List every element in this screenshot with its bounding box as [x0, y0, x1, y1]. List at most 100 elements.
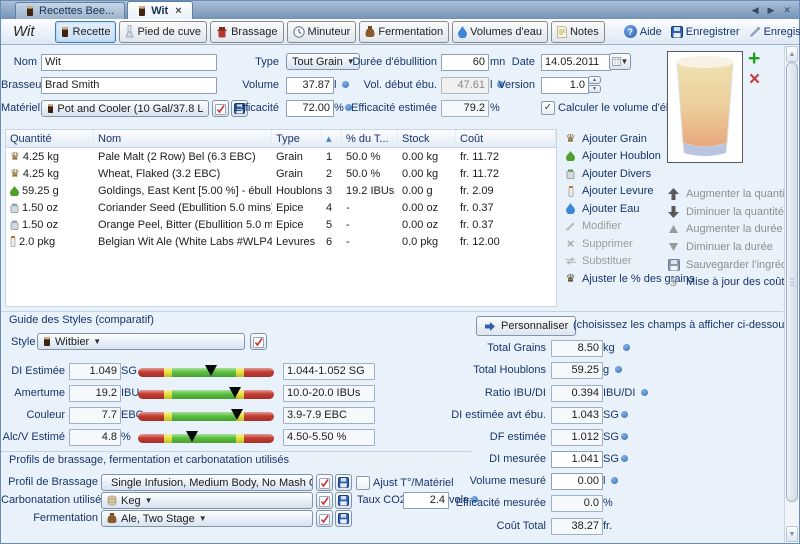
enregistrer-sous-button[interactable]: Enregistrer sous: [746, 26, 800, 38]
fermentation-select[interactable]: Ale, Two Stage ▼: [101, 510, 313, 527]
diminuer-duree-button[interactable]: Diminuer la durée: [667, 238, 799, 256]
info-dot-icon[interactable]: [611, 477, 618, 484]
table-header[interactable]: Quantité Nom Type ▴ % du T... Stock Coût: [6, 130, 556, 148]
brasseur-input[interactable]: Brad Smith: [41, 77, 217, 94]
grain-icon: ♛: [566, 134, 576, 144]
nav-close-icon[interactable]: ✕: [783, 5, 791, 16]
info-dot-icon[interactable]: [621, 433, 628, 440]
swap-arrows-icon: [565, 256, 576, 266]
taux-co2-label: Taux CO2: [357, 494, 406, 506]
vertical-scrollbar[interactable]: ▲ ▼: [784, 45, 799, 543]
gauge-range: 10.0-20.0 IBUs: [283, 385, 375, 402]
info-dot-icon[interactable]: [615, 366, 622, 373]
table-row[interactable]: 1.50 oz Coriander Seed (Ebullition 5.0 m…: [6, 199, 556, 216]
di-mesuree-input[interactable]: 1.041: [551, 451, 603, 468]
date-input[interactable]: 14.05.2011: [541, 54, 611, 71]
col-cout[interactable]: Coût: [456, 130, 556, 147]
gauge-range: 4.50-5.50 %: [283, 429, 375, 446]
carb-save-button[interactable]: [335, 492, 352, 509]
vol-debut-label: Vol. début ébu.: [351, 79, 437, 91]
tab-recettes[interactable]: Recettes Bee...: [15, 2, 125, 19]
info-dot-icon[interactable]: [342, 81, 349, 88]
aide-button[interactable]: ? Aide: [621, 25, 665, 38]
version-stepper[interactable]: ▲ ▼: [588, 76, 601, 93]
table-row[interactable]: ♛4.25 kg Wheat, Flaked (3.2 EBC)Grain2 5…: [6, 165, 556, 182]
ajouter-grain-button[interactable]: ♛Ajouter Grain: [564, 130, 695, 148]
ajouter-divers-button[interactable]: Ajouter Divers: [564, 165, 695, 183]
materiel-select[interactable]: Pot and Cooler (10 Gal/37.8 L) - All G: [41, 100, 209, 117]
volume-mesure-input[interactable]: 0.00: [551, 473, 603, 490]
sauvegarder-ingredient-button[interactable]: Sauvegarder l'ingrédient: [667, 256, 799, 274]
volume-input[interactable]: 37.87: [286, 77, 334, 94]
gauge-marker-icon: [229, 387, 241, 398]
duree-input[interactable]: 60: [441, 54, 489, 71]
info-dot-icon[interactable]: [623, 344, 630, 351]
view-brassage-button[interactable]: Brassage: [210, 21, 283, 43]
mash-save-button[interactable]: [335, 474, 352, 491]
view-recette-button[interactable]: Recette: [55, 21, 117, 43]
save-icon: [338, 495, 349, 506]
nom-input[interactable]: Wit: [41, 54, 217, 71]
efficacite-input[interactable]: 72.00: [286, 100, 334, 117]
date-picker-button[interactable]: ▼: [609, 53, 631, 70]
carbonatation-select[interactable]: Keg ▼: [101, 492, 313, 509]
carb-check-button[interactable]: [316, 492, 333, 509]
ferm-check-button[interactable]: [316, 510, 333, 527]
augmenter-duree-button[interactable]: Augmenter la durée: [667, 220, 799, 238]
ferm-save-button[interactable]: [335, 510, 352, 527]
gauge-value: 7.7: [69, 407, 121, 424]
efficacite-unit: %: [334, 102, 344, 114]
col-stock[interactable]: Stock: [398, 130, 456, 147]
tab-close-icon[interactable]: ×: [175, 5, 181, 17]
info-dot-icon[interactable]: [641, 389, 648, 396]
view-notes-button[interactable]: Notes: [551, 21, 605, 43]
calc-volume-checkbox[interactable]: ✓: [541, 101, 555, 115]
version-input[interactable]: 1.0: [541, 77, 589, 94]
tab-bar: Recettes Bee... Wit × ◀ ▶ ✕: [1, 1, 799, 19]
stepper-down-icon[interactable]: ▼: [588, 85, 601, 93]
nav-back-icon[interactable]: ◀: [752, 5, 759, 16]
remove-image-button[interactable]: ×: [749, 71, 760, 89]
col-quantite[interactable]: Quantité: [6, 130, 94, 147]
ingredients-table[interactable]: Quantité Nom Type ▴ % du T... Stock Coût…: [5, 129, 557, 307]
add-image-button[interactable]: +: [748, 49, 760, 69]
col-sort-icon[interactable]: ▴: [322, 130, 342, 147]
profil-brassage-select[interactable]: Single Infusion, Medium Body, No Mash Ou…: [101, 474, 313, 491]
type-select[interactable]: Tout Grain ▼: [286, 53, 360, 70]
table-row[interactable]: 2.0 pkg Belgian Wit Ale (White Labs #WLP…: [6, 233, 556, 250]
materiel-check-button[interactable]: [212, 100, 229, 117]
col-pct[interactable]: % du T...: [342, 130, 398, 147]
view-pied-de-cuve-button[interactable]: Pied de cuve: [119, 21, 207, 43]
mash-check-button[interactable]: [316, 474, 333, 491]
info-dot-icon[interactable]: [621, 411, 628, 418]
nav-forward-icon[interactable]: ▶: [768, 5, 775, 16]
table-row[interactable]: 1.50 oz Orange Peel, Bitter (Ebullition …: [6, 216, 556, 233]
gauge-label: Alc/V Estimé: [1, 431, 65, 443]
info-dot-icon[interactable]: [621, 455, 628, 462]
style-check-button[interactable]: [250, 333, 267, 350]
mise-a-jour-couts-button[interactable]: $Mise à jour des coûts: [667, 273, 799, 291]
chevron-down-icon: ▼: [621, 57, 629, 66]
col-type[interactable]: Type: [272, 130, 322, 147]
table-row[interactable]: ♛4.25 kg Pale Malt (2 Row) Bel (6.3 EBC)…: [6, 148, 556, 165]
view-fermentation-button[interactable]: Fermentation: [359, 21, 449, 43]
view-minuteur-button[interactable]: Minuteur: [287, 21, 357, 43]
pencil-icon: [565, 221, 576, 232]
view-volumes-eau-button[interactable]: Volumes d'eau: [452, 21, 548, 43]
personnaliser-button[interactable]: Personnaliser: [476, 316, 576, 336]
scroll-down-icon[interactable]: ▼: [786, 526, 798, 542]
scrollbar-thumb[interactable]: [786, 62, 798, 502]
scroll-up-icon[interactable]: ▲: [786, 46, 798, 62]
diminuer-quantite-button[interactable]: Diminuer la quantité: [667, 203, 799, 221]
ajouter-houblon-button[interactable]: Ajouter Houblon: [564, 148, 695, 166]
style-range-gauge: [138, 390, 274, 399]
enregistrer-button[interactable]: Enregistrer: [668, 26, 743, 38]
style-select[interactable]: Witbier ▼: [37, 333, 245, 350]
stepper-up-icon[interactable]: ▲: [588, 76, 601, 84]
augmenter-quantite-button[interactable]: Augmenter la quantité: [667, 185, 799, 203]
tab-wit[interactable]: Wit ×: [127, 1, 192, 19]
col-nom[interactable]: Nom: [94, 130, 272, 147]
clock-icon: [293, 26, 305, 38]
ajust-materiel-checkbox[interactable]: [356, 476, 370, 490]
table-row[interactable]: 59.25 g Goldings, East Kent [5.00 %] - é…: [6, 182, 556, 199]
